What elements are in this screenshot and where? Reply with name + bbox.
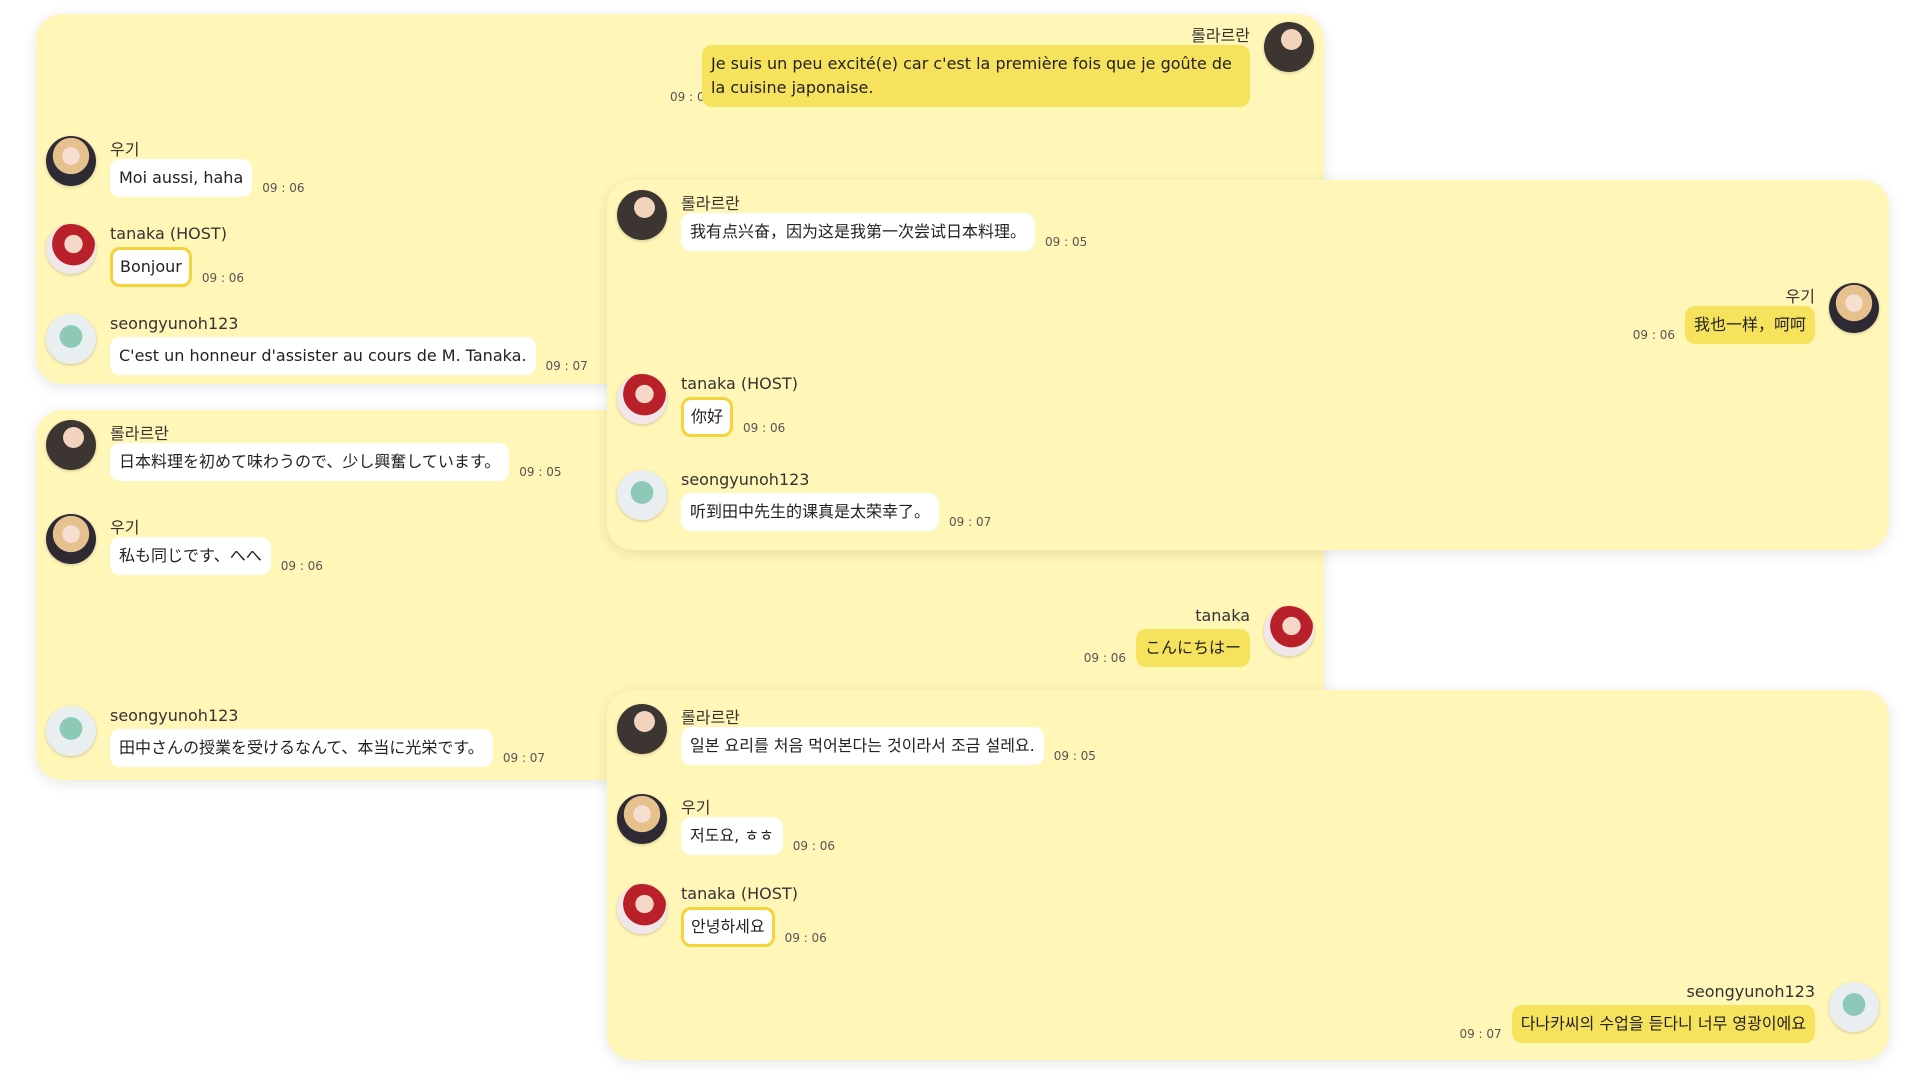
message-time: 09 : 05: [519, 465, 562, 479]
sender-name: tanaka (HOST): [681, 374, 798, 393]
sender-name: tanaka: [1195, 606, 1250, 625]
message-bubble[interactable]: Je suis un peu excité(e) car c'est la pr…: [702, 45, 1250, 107]
message-time: 09 : 06: [1632, 328, 1675, 342]
message-bubble[interactable]: 我也一样，呵呵: [1684, 306, 1815, 344]
message-bubble[interactable]: 我有点兴奋，因为这是我第一次尝试日本料理。: [681, 213, 1036, 251]
message-time: 09 : 07: [949, 515, 992, 529]
sender-name: 우기: [681, 798, 711, 817]
avatar[interactable]: [1829, 982, 1879, 1032]
sender-name: seongyunoh123: [110, 314, 239, 333]
sender-name: tanaka (HOST): [110, 224, 227, 243]
message-time: 09 : 06: [201, 271, 245, 285]
avatar[interactable]: [46, 224, 96, 274]
message-bubble[interactable]: 你好: [681, 397, 734, 437]
avatar[interactable]: [1829, 283, 1879, 333]
sender-name: 롤라르란: [681, 194, 740, 213]
message-bubble[interactable]: こんにちはー: [1135, 629, 1250, 667]
sender-name: seongyunoh123: [681, 470, 810, 489]
message-time: 09 : 05: [1045, 235, 1088, 249]
chat-panel-chinese: 롤라르란 我有点兴奋，因为这是我第一次尝试日本料理。 09 : 05 우기 我也…: [607, 180, 1889, 550]
message-bubble[interactable]: 田中さんの授業を受けるなんて、本当に光栄です。: [110, 729, 493, 767]
message-time: 09 : 06: [262, 181, 305, 195]
sender-name: seongyunoh123: [1686, 982, 1815, 1001]
message-time: 09 : 06: [792, 839, 835, 853]
avatar[interactable]: [46, 706, 96, 756]
message-time: 09 : 05: [1053, 749, 1096, 763]
sender-name: 우기: [110, 518, 140, 537]
message-time: 09 : 07: [1459, 1027, 1502, 1041]
avatar[interactable]: [46, 136, 96, 186]
avatar[interactable]: [1264, 606, 1314, 656]
message-bubble[interactable]: 私も同じです、へへ: [110, 537, 271, 575]
sender-name: tanaka (HOST): [681, 884, 798, 903]
message-bubble[interactable]: Bonjour: [110, 247, 192, 287]
avatar[interactable]: [46, 314, 96, 364]
sender-name: seongyunoh123: [110, 706, 239, 725]
message-bubble[interactable]: 听到田中先生的课真是太荣幸了。: [681, 493, 940, 531]
message-time: 09 : 06: [280, 559, 323, 573]
sender-name: 우기: [110, 140, 140, 159]
avatar[interactable]: [617, 884, 667, 934]
avatar[interactable]: [1264, 22, 1314, 72]
message-bubble[interactable]: 日本料理を初めて味わうので、少し興奮しています。: [110, 443, 510, 481]
avatar[interactable]: [46, 514, 96, 564]
message-bubble[interactable]: 저도요, ㅎㅎ: [681, 817, 783, 855]
chat-panel-korean: 롤라르란 일본 요리를 처음 먹어본다는 것이라서 조금 설레요. 09 : 0…: [607, 690, 1889, 1060]
avatar[interactable]: [46, 420, 96, 470]
message-time: 09 : 06: [743, 421, 786, 435]
sender-name: 우기: [1785, 287, 1815, 306]
message-time: 09 : 07: [545, 359, 588, 373]
avatar[interactable]: [617, 190, 667, 240]
message-time: 09 : 06: [1083, 651, 1126, 665]
message-time: 09 : 07: [502, 751, 546, 765]
sender-name: 롤라르란: [681, 708, 740, 727]
message-bubble[interactable]: Moi aussi, haha: [110, 159, 253, 197]
message-bubble[interactable]: 다나카씨의 수업을 듣다니 너무 영광이에요: [1511, 1005, 1815, 1043]
avatar[interactable]: [617, 470, 667, 520]
sender-name: 롤라르란: [110, 424, 169, 443]
avatar[interactable]: [617, 704, 667, 754]
avatar[interactable]: [617, 794, 667, 844]
message-bubble[interactable]: 일본 요리를 처음 먹어본다는 것이라서 조금 설레요.: [681, 727, 1044, 765]
message-time: 09 : 06: [784, 931, 827, 945]
message-bubble[interactable]: C'est un honneur d'assister au cours de …: [110, 337, 536, 375]
sender-name: 롤라르란: [1191, 26, 1250, 45]
message-bubble[interactable]: 안녕하세요: [681, 907, 775, 947]
avatar[interactable]: [617, 374, 667, 424]
message-time: 09 : 05: [670, 90, 713, 104]
